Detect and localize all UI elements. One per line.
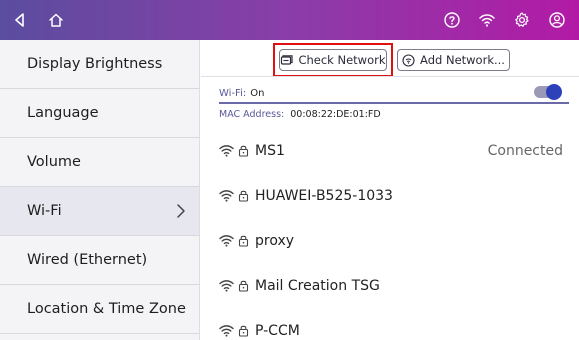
wifi-toggle-knob	[546, 84, 562, 100]
mac-address-value: 00:08:22:DE:01:FD	[290, 109, 381, 120]
sidebar-item-label: Volume	[27, 154, 81, 170]
network-name: Mail Creation TSG	[255, 277, 380, 294]
divider	[201, 76, 579, 77]
check-network-button[interactable]: Check Network	[279, 49, 387, 71]
wifi-icon[interactable]	[477, 10, 497, 30]
sidebar-item-volume[interactable]: Volume	[0, 138, 199, 187]
lock-icon	[238, 235, 249, 247]
wifi-toggle[interactable]	[534, 84, 562, 100]
mac-address-row: MAC Address: 00:08:22:DE:01:FD	[219, 109, 381, 120]
lock-icon	[238, 325, 249, 337]
wifi-signal-icon	[219, 325, 234, 337]
settings-icon[interactable]	[512, 10, 532, 30]
sidebar-item-display-brightness[interactable]: Display Brightness	[0, 40, 199, 89]
back-arrow-icon[interactable]	[10, 10, 30, 30]
sidebar-item-label: Language	[27, 105, 99, 121]
sidebar-item-label: Location & Time Zone	[27, 301, 186, 317]
network-item-p-ccm[interactable]: P-CCM	[201, 308, 579, 340]
lock-icon	[238, 145, 249, 157]
network-check-icon	[281, 54, 294, 65]
sidebar-item-wifi[interactable]: Wi-Fi	[0, 187, 199, 236]
network-item-mail-creation-tsg[interactable]: Mail Creation TSG	[201, 263, 579, 308]
network-name: P-CCM	[255, 322, 300, 339]
help-icon[interactable]	[442, 10, 462, 30]
network-list: MS1 Connected HUAWEI-B525-1033 proxy Mai…	[201, 128, 579, 340]
lock-icon	[238, 280, 249, 292]
sidebar-item-label: Wired (Ethernet)	[27, 252, 148, 268]
wifi-signal-icon	[219, 280, 234, 292]
sidebar-item-label: Display Brightness	[27, 56, 163, 72]
wifi-status-row: Wi-Fi: On	[219, 84, 569, 102]
settings-sidebar: Display Brightness Language Volume Wi-Fi…	[0, 40, 200, 340]
network-status: Connected	[487, 142, 563, 159]
wifi-signal-icon	[219, 235, 234, 247]
network-item-ms1[interactable]: MS1 Connected	[201, 128, 579, 173]
network-item-proxy[interactable]: proxy	[201, 218, 579, 263]
network-name: proxy	[255, 232, 295, 249]
home-icon[interactable]	[46, 10, 66, 30]
sidebar-item-language[interactable]: Language	[0, 89, 199, 138]
wifi-status-value: On	[250, 87, 265, 99]
sidebar-item-label: Wi-Fi	[27, 203, 62, 219]
lock-icon	[238, 190, 249, 202]
wifi-signal-icon	[219, 190, 234, 202]
wifi-status-underline	[219, 102, 569, 104]
top-bar	[0, 0, 579, 40]
add-network-button[interactable]: Add Network...	[397, 49, 510, 71]
wifi-signal-icon	[219, 145, 234, 157]
network-name: MS1	[255, 142, 285, 159]
network-name: HUAWEI-B525-1033	[255, 187, 393, 204]
account-icon[interactable]	[547, 10, 567, 30]
network-item-huawei[interactable]: HUAWEI-B525-1033	[201, 173, 579, 218]
add-network-label: Add Network...	[420, 53, 505, 67]
check-network-label: Check Network	[298, 53, 386, 67]
chevron-right-icon	[177, 204, 185, 218]
sidebar-item-location-time-zone[interactable]: Location & Time Zone	[0, 285, 199, 334]
wifi-settings-panel: Check Network Add Network... Wi-Fi: On M…	[201, 40, 579, 340]
add-network-icon	[402, 53, 415, 67]
mac-address-label: MAC Address:	[219, 109, 285, 120]
sidebar-item-wired-ethernet[interactable]: Wired (Ethernet)	[0, 236, 199, 285]
wifi-status-label: Wi-Fi:	[219, 87, 247, 99]
network-toolbar: Check Network Add Network...	[201, 40, 579, 77]
